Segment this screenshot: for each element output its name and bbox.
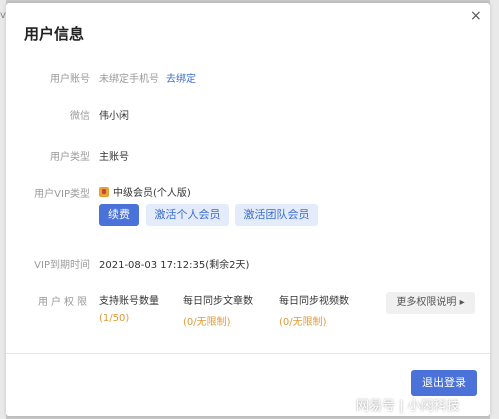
logout-button[interactable]: 退出登录: [411, 370, 477, 396]
account-value: 未绑定手机号: [99, 74, 159, 85]
permission-item-articles: 每日同步文章数 (0/无限制): [183, 292, 253, 328]
vip-level: 中级会员(个人版): [99, 184, 191, 199]
vip-expire-value: 2021-08-03 17:12:35(剩余2天): [99, 260, 250, 271]
permission-value: (0/无限制): [183, 317, 231, 328]
background-page-right: [490, 0, 499, 419]
permission-item-videos: 每日同步视频数 (0/无限制): [279, 292, 349, 328]
permission-value: (0/无限制): [279, 317, 327, 328]
more-permissions-button[interactable]: 更多权限说明 ▸: [386, 292, 475, 314]
user-info-dialog: 用户信息 × 用户账号 未绑定手机号 去绑定 微信 伟小闲 用户类型 主账号 用…: [6, 3, 490, 416]
close-icon[interactable]: ×: [470, 9, 482, 23]
user-type-label: 用户类型: [50, 152, 90, 163]
permission-value: (1/50): [99, 313, 130, 324]
watermark: 网易号 | 小闲科技: [356, 399, 460, 414]
activate-personal-button[interactable]: 激活个人会员: [146, 204, 229, 226]
footer-divider: [6, 353, 490, 354]
permission-name: 每日同步文章数: [183, 296, 253, 307]
vip-expire-label: VIP到期时间: [34, 260, 90, 271]
wechat-label: 微信: [70, 111, 90, 122]
permission-item-accounts: 支持账号数量 (1/50): [99, 292, 159, 324]
vip-type-label: 用户VIP类型: [34, 189, 90, 200]
activate-team-button[interactable]: 激活团队会员: [235, 204, 318, 226]
permission-name: 支持账号数量: [99, 296, 159, 307]
user-type-value: 主账号: [99, 152, 129, 163]
vip-badge-icon: [99, 186, 109, 197]
permissions-label: 用户权限: [38, 297, 90, 308]
wechat-value: 伟小闲: [99, 111, 129, 122]
renew-button[interactable]: 续费: [99, 204, 139, 226]
account-label: 用户账号: [50, 74, 90, 85]
vip-level-text: 中级会员(个人版): [113, 188, 191, 199]
dialog-title: 用户信息: [24, 25, 85, 43]
bind-phone-link[interactable]: 去绑定: [166, 70, 196, 85]
permission-name: 每日同步视频数: [279, 296, 349, 307]
